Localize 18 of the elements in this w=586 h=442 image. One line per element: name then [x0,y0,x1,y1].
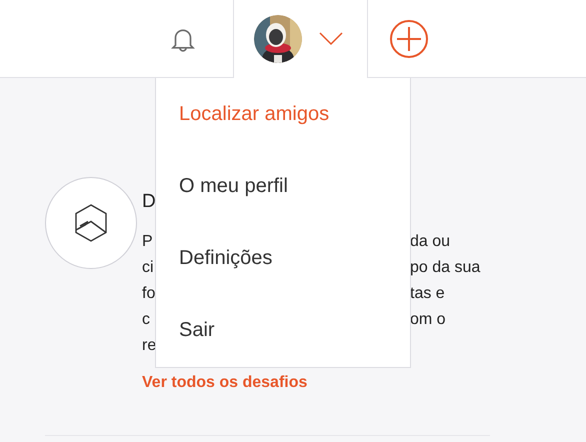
chevron-icon [318,32,342,46]
description-text: da ou [410,232,450,252]
description-text: om o [410,310,446,330]
description-text: P [142,233,153,250]
description-text: re [142,337,156,354]
menu-item[interactable]: Sair [156,294,410,366]
add-icon[interactable] [388,18,428,58]
challenge-title: D [142,190,156,214]
description-text: po da sua [410,258,480,278]
description-text: tas e [410,284,445,304]
menu-item[interactable]: Definições [156,222,410,294]
menu-item[interactable]: O meu perfil [156,150,410,222]
description-text: fo [142,285,156,302]
hexagon-icon [74,204,108,242]
menu-item[interactable]: Localizar amigos [156,78,410,150]
description-text: c [142,311,150,328]
profile-menu-button[interactable] [232,0,368,78]
description-text: ci [142,259,154,276]
